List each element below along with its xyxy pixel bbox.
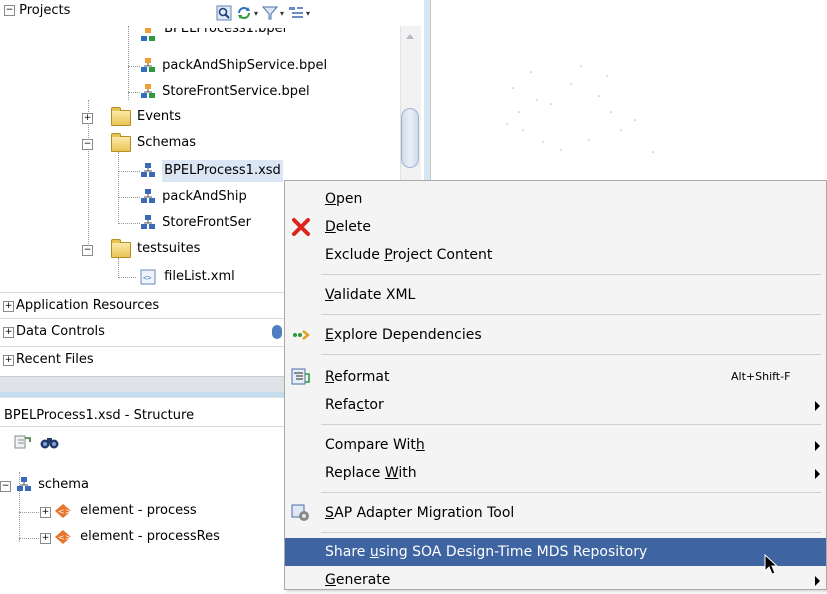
tree-connector (19, 538, 39, 539)
sync-icon[interactable] (236, 5, 252, 21)
menu-item-reformat[interactable]: Reformat Alt+Shift-F (285, 363, 826, 391)
tree-item-bpel-xsd[interactable]: BPELProcess1.xsd (140, 160, 283, 182)
selected-item-label: BPELProcess1.xsd (162, 160, 283, 182)
scroll-thumb[interactable] (401, 108, 419, 168)
folder-icon (111, 133, 131, 152)
tree-connector (118, 277, 136, 278)
structure-element-process[interactable]: <> element - process (54, 500, 197, 522)
folder-icon (111, 239, 131, 258)
dependencies-icon (291, 326, 311, 344)
editor-canvas[interactable] (430, 0, 827, 184)
menu-separator (321, 314, 821, 315)
collapse-icon[interactable]: − (82, 245, 93, 256)
refresh-icon[interactable] (272, 325, 282, 339)
xml-file-icon: <> (140, 269, 156, 285)
bpel-file-icon (140, 57, 156, 74)
structure-element-process-response[interactable]: <> element - processRes (54, 526, 220, 548)
reformat-icon (291, 368, 311, 386)
schema-icon (140, 214, 156, 231)
tree-item-store-bpel[interactable]: StoreFrontService.bpel (140, 81, 310, 103)
tree-item-filelist[interactable]: <> fileList.xml (140, 266, 235, 288)
tree-connector (118, 152, 119, 224)
menu-item-replace-with[interactable]: Replace With (285, 459, 826, 487)
projects-header-toggle[interactable]: − Projects (4, 3, 70, 18)
tree-connector (118, 171, 140, 172)
view-options-icon[interactable] (288, 5, 304, 21)
tree-connector (118, 197, 140, 198)
sync-dropdown-icon[interactable]: ▾ (254, 9, 258, 18)
projects-header: − Projects ▾ ▾ ▾ (0, 0, 424, 26)
submenu-arrow-icon (815, 401, 820, 411)
filter-icon[interactable] (261, 5, 279, 21)
editor-canvas-dots (506, 65, 654, 153)
submenu-arrow-icon (815, 576, 820, 586)
menu-item-delete[interactable]: Delete (285, 213, 826, 241)
schema-icon (16, 476, 32, 493)
menu-item-open[interactable]: Open (285, 185, 826, 213)
menu-separator (321, 492, 821, 493)
expand-icon: + (3, 327, 14, 338)
scroll-up-icon[interactable] (400, 26, 420, 46)
bpel-file-icon (140, 28, 156, 42)
structure-title: BPELProcess1.xsd - Structure (4, 408, 195, 423)
structure-root-schema[interactable]: schema (16, 474, 89, 496)
menu-separator (321, 274, 821, 275)
collapse-icon: − (4, 5, 15, 16)
tree-folder-schemas[interactable]: Schemas (137, 132, 196, 154)
expand-icon: + (3, 301, 14, 312)
tree-item-pack-xsd[interactable]: packAndShip (140, 186, 247, 208)
svg-text:<>: <> (58, 533, 71, 542)
menu-item-refactor[interactable]: Refactor (285, 391, 826, 419)
expand-icon[interactable]: + (40, 507, 51, 518)
shortcut-label: Alt+Shift-F (731, 370, 791, 383)
menu-item-explore-dependencies[interactable]: Explore Dependencies (285, 321, 826, 349)
view-options-dropdown-icon[interactable]: ▾ (306, 9, 310, 18)
menu-item-exclude-project-content[interactable]: Exclude Project Content (285, 241, 826, 269)
structure-sync-icon[interactable] (14, 434, 32, 450)
expand-icon[interactable]: + (40, 533, 51, 544)
submenu-arrow-icon (815, 441, 820, 451)
tree-item-pack-bpel[interactable]: packAndShipService.bpel (140, 55, 327, 77)
tree-connector (118, 258, 119, 278)
bpel-file-icon (140, 83, 156, 100)
menu-item-sap-adapter-migration[interactable]: SAP Adapter Migration Tool (285, 499, 826, 527)
tree-item-store-xsd[interactable]: StoreFrontSer (140, 212, 251, 234)
svg-text:<>: <> (143, 274, 151, 282)
tree-connector (128, 26, 129, 100)
delete-icon (291, 218, 311, 236)
element-icon: <> (54, 529, 72, 545)
submenu-arrow-icon (815, 469, 820, 479)
svg-text:<>: <> (58, 507, 71, 516)
mouse-cursor-icon (764, 553, 780, 580)
menu-separator (321, 532, 821, 533)
context-menu: Open Delete Exclude Project Content Vali… (284, 180, 827, 590)
tree-folder-testsuites[interactable]: testsuites (137, 238, 200, 260)
menu-item-validate-xml[interactable]: Validate XML (285, 281, 826, 309)
expand-icon: + (3, 355, 14, 366)
find-binoculars-icon[interactable] (40, 434, 60, 450)
folder-icon (111, 107, 131, 126)
menu-separator (321, 424, 821, 425)
tree-item-bpel-partial[interactable]: BPELProcess1.bpel (140, 28, 286, 44)
sap-adapter-icon (291, 504, 311, 522)
search-icon[interactable] (216, 5, 232, 21)
tree-folder-events[interactable]: Events (137, 106, 181, 128)
menu-item-compare-with[interactable]: Compare With (285, 431, 826, 459)
menu-item-share-mds-repository[interactable]: Share using SOA Design-Time MDS Reposito… (285, 538, 826, 566)
collapse-icon[interactable]: − (82, 139, 93, 150)
tree-connector (128, 66, 140, 67)
expand-icon[interactable]: + (82, 113, 93, 124)
tree-connector (19, 512, 39, 513)
tree-connector (128, 92, 140, 93)
menu-separator (321, 354, 821, 355)
schema-icon (140, 188, 156, 205)
projects-header-label: Projects (19, 3, 71, 18)
element-icon: <> (54, 503, 72, 519)
filter-dropdown-icon[interactable]: ▾ (280, 9, 284, 18)
tree-connector (118, 223, 140, 224)
schema-icon (140, 162, 156, 179)
collapse-icon[interactable]: − (0, 481, 11, 492)
